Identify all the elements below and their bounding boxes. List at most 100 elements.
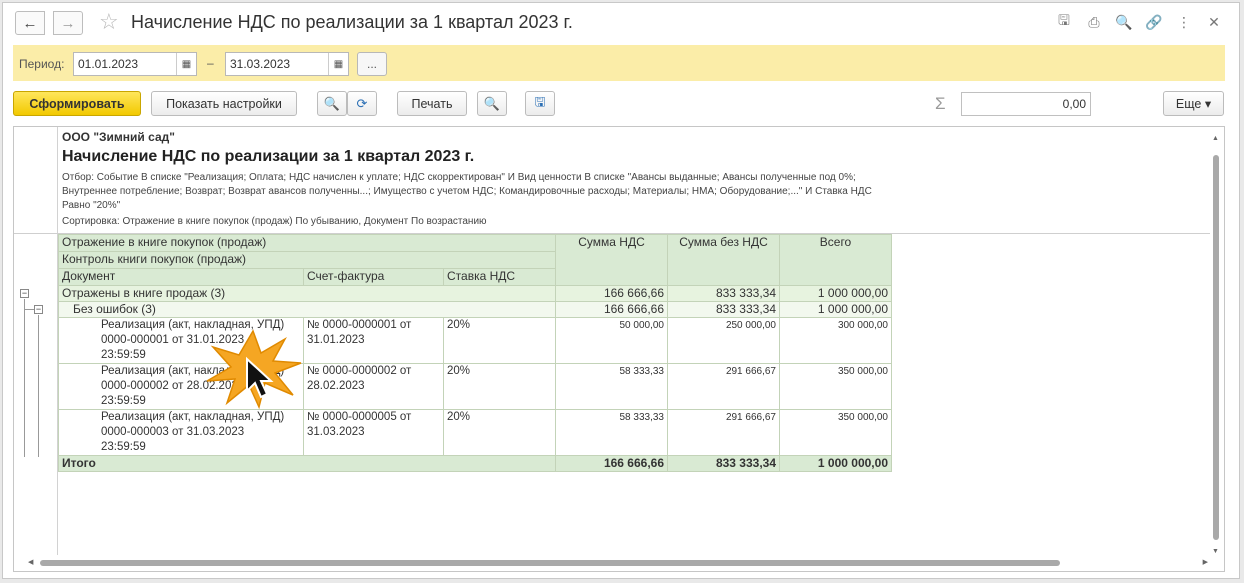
organization-name: ООО "Зимний сад" bbox=[62, 130, 175, 144]
scroll-right-icon[interactable]: ▶ bbox=[1203, 558, 1208, 566]
rate-cell: 20% bbox=[443, 317, 556, 364]
subgroup-row[interactable]: Без ошибок (3) 166 666,66 833 333,34 1 0… bbox=[58, 301, 892, 318]
vat-cell: 50 000,00 bbox=[555, 317, 668, 364]
report-sort: Сортировка: Отражение в книге покупок (п… bbox=[62, 216, 487, 227]
arrow-right-icon: → bbox=[60, 14, 76, 32]
calendar-icon[interactable]: ▦ bbox=[328, 53, 348, 75]
close-icon[interactable]: ✕ bbox=[1199, 11, 1229, 33]
group-total: 1 000 000,00 bbox=[779, 285, 892, 302]
title-toolbar: 🖫 ⎙ 🔍 🔗 ⋮ ✕ bbox=[1049, 11, 1229, 33]
net-cell: 291 666,67 bbox=[667, 363, 780, 410]
totals-row: Итого 166 666,66 833 333,34 1 000 000,00 bbox=[58, 455, 892, 472]
table-row[interactable]: Реализация (акт, накладная, УПД) 0000-00… bbox=[58, 363, 892, 410]
period-from-value: 01.01.2023 bbox=[78, 57, 139, 71]
search-next-button[interactable]: ⟳ bbox=[347, 91, 377, 116]
back-button[interactable]: ← bbox=[15, 11, 45, 35]
group-net: 833 333,34 bbox=[667, 285, 780, 302]
group-label: Отражены в книге продаж (3) bbox=[58, 285, 556, 302]
generate-button[interactable]: Сформировать bbox=[13, 91, 141, 116]
preview-button[interactable]: 🔍 bbox=[477, 91, 507, 116]
totals-total: 1 000 000,00 bbox=[779, 455, 892, 472]
search-icon: 🔍 bbox=[323, 95, 341, 111]
preview-icon: 🔍 bbox=[483, 95, 501, 111]
period-select-button[interactable]: ... bbox=[357, 52, 387, 76]
invoice-number: № 0000-0000002 от bbox=[307, 365, 412, 377]
header-control: Контроль книги покупок (продаж) bbox=[58, 251, 556, 269]
scroll-left-icon[interactable]: ◀ bbox=[28, 558, 33, 566]
tree-line bbox=[24, 299, 25, 457]
sigma-icon: Σ bbox=[935, 94, 946, 113]
period-to-value: 31.03.2023 bbox=[230, 57, 291, 71]
report-table: Отражение в книге покупок (продаж) Сумма… bbox=[58, 234, 892, 472]
more-vertical-icon[interactable]: ⋮ bbox=[1169, 11, 1199, 33]
totals-label: Итого bbox=[58, 455, 556, 472]
scroll-up-icon[interactable]: ▲ bbox=[1212, 135, 1219, 142]
vat-cell: 58 333,33 bbox=[555, 363, 668, 410]
collapse-subgroup-icon[interactable]: − bbox=[34, 305, 43, 314]
click-burst-icon bbox=[206, 329, 302, 409]
tree-line bbox=[24, 309, 34, 310]
search-button[interactable]: 🔍 bbox=[317, 91, 347, 116]
document-time: 23:59:59 bbox=[101, 441, 146, 453]
table-row[interactable]: Реализация (акт, накладная, УПД) 0000-00… bbox=[58, 409, 892, 456]
vertical-scrollbar[interactable]: ▲ ▼ bbox=[1212, 135, 1220, 555]
header-invoice: Счет-фактура bbox=[303, 268, 444, 286]
period-from-field[interactable]: 01.01.2023 ▦ bbox=[73, 52, 197, 76]
vertical-scroll-thumb[interactable] bbox=[1213, 155, 1219, 540]
link-icon[interactable]: 🔗 bbox=[1139, 11, 1169, 33]
sum-field: 0,00 bbox=[961, 92, 1091, 116]
print-button[interactable]: Печать bbox=[397, 91, 467, 116]
title-bar: ← → ☆ Начисление НДС по реализации за 1 … bbox=[3, 3, 1239, 41]
invoice-cell[interactable]: № 0000-0000005 от 31.03.2023 bbox=[303, 409, 444, 456]
search-next-icon: ⟳ bbox=[356, 95, 368, 111]
invoice-date: 31.01.2023 bbox=[307, 334, 365, 346]
save-button[interactable]: 🖫 bbox=[525, 91, 555, 116]
header-reflection: Отражение в книге покупок (продаж) bbox=[58, 234, 556, 252]
arrow-left-icon: ← bbox=[22, 14, 38, 32]
print-icon[interactable]: ⎙ bbox=[1079, 11, 1109, 33]
net-cell: 250 000,00 bbox=[667, 317, 780, 364]
report-area: ООО "Зимний сад" Начисление НДС по реали… bbox=[13, 126, 1225, 572]
invoice-cell[interactable]: № 0000-0000002 от 28.02.2023 bbox=[303, 363, 444, 410]
document-cell[interactable]: Реализация (акт, накладная, УПД) 0000-00… bbox=[58, 409, 304, 456]
more-button[interactable]: Еще ▾ bbox=[1163, 91, 1224, 116]
total-cell: 350 000,00 bbox=[779, 363, 892, 410]
horizontal-scrollbar[interactable]: ◀ ▶ bbox=[28, 559, 1208, 567]
forward-button[interactable]: → bbox=[53, 11, 83, 35]
period-bar: Период: 01.01.2023 ▦ – 31.03.2023 ▦ ... bbox=[13, 45, 1225, 81]
calendar-icon[interactable]: ▦ bbox=[176, 53, 196, 75]
header-sum-without-vat: Сумма без НДС bbox=[667, 234, 780, 286]
vat-cell: 58 333,33 bbox=[555, 409, 668, 456]
rate-cell: 20% bbox=[443, 363, 556, 410]
report-title: Начисление НДС по реализации за 1 кварта… bbox=[62, 148, 475, 165]
invoice-cell[interactable]: № 0000-0000001 от 31.01.2023 bbox=[303, 317, 444, 364]
command-bar: Сформировать Показать настройки 🔍 ⟳ Печа… bbox=[13, 90, 1225, 118]
report-filter: Отбор: Событие В списке "Реализация; Опл… bbox=[62, 172, 872, 211]
group-row[interactable]: Отражены в книге продаж (3) 166 666,66 8… bbox=[58, 285, 892, 302]
table-row[interactable]: Реализация (акт, накладная, УПД) 0000-00… bbox=[58, 317, 892, 364]
show-settings-button[interactable]: Показать настройки bbox=[151, 91, 297, 116]
favorite-star-icon[interactable]: ☆ bbox=[99, 9, 119, 35]
window-title: Начисление НДС по реализации за 1 кварта… bbox=[131, 12, 573, 32]
period-dash: – bbox=[207, 56, 214, 70]
header-rate: Ставка НДС bbox=[443, 268, 556, 286]
header-total: Всего bbox=[779, 234, 892, 286]
scroll-down-icon[interactable]: ▼ bbox=[1212, 548, 1219, 555]
document-number: 0000-000003 от 31.03.2023 bbox=[101, 426, 245, 438]
collapse-group-icon[interactable]: − bbox=[20, 289, 29, 298]
totals-net: 833 333,34 bbox=[667, 455, 780, 472]
total-cell: 350 000,00 bbox=[779, 409, 892, 456]
document-name: Реализация (акт, накладная, УПД) bbox=[101, 411, 285, 423]
save-icon: 🖫 bbox=[534, 93, 546, 109]
preview-icon[interactable]: 🔍 bbox=[1109, 11, 1139, 33]
report-window: ← → ☆ Начисление НДС по реализации за 1 … bbox=[2, 2, 1240, 579]
invoice-number: № 0000-0000001 от bbox=[307, 319, 412, 331]
net-cell: 291 666,67 bbox=[667, 409, 780, 456]
save-icon[interactable]: 🖫 bbox=[1049, 11, 1079, 33]
rate-cell: 20% bbox=[443, 409, 556, 456]
tree-line bbox=[38, 315, 39, 457]
invoice-date: 28.02.2023 bbox=[307, 380, 365, 392]
total-cell: 300 000,00 bbox=[779, 317, 892, 364]
period-to-field[interactable]: 31.03.2023 ▦ bbox=[225, 52, 349, 76]
horizontal-scroll-thumb[interactable] bbox=[40, 560, 1060, 566]
